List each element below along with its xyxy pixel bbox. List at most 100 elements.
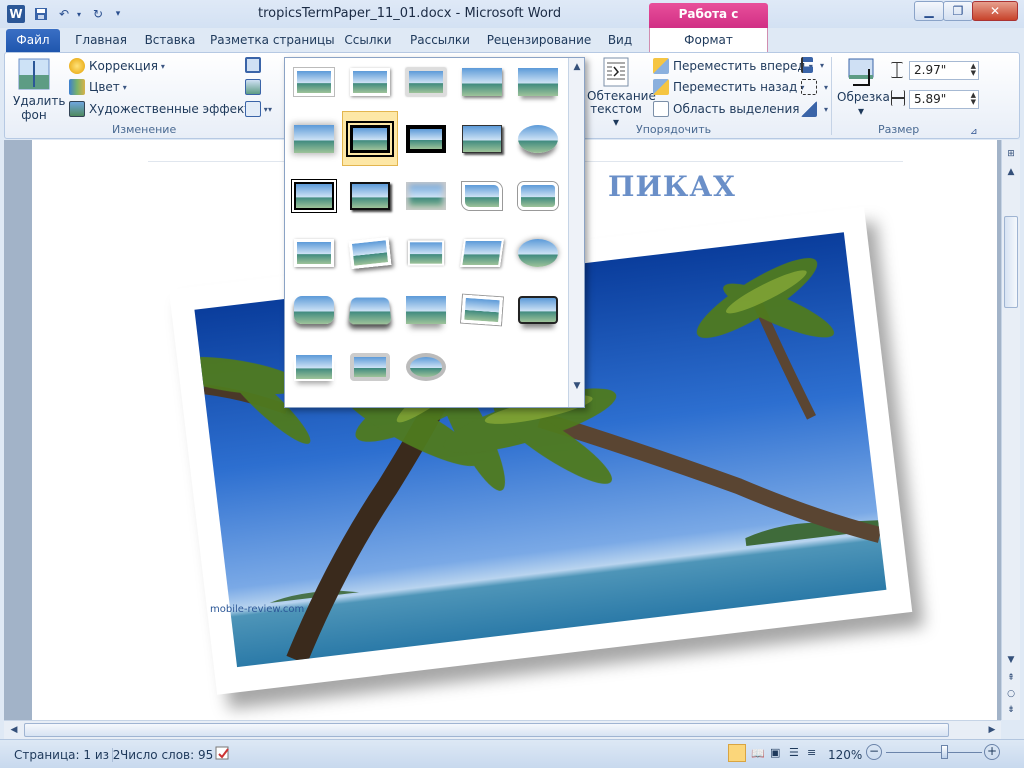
picture-style-option[interactable]: [518, 182, 558, 210]
page-count-status[interactable]: Страница: 1 из 2: [14, 748, 120, 762]
selection-pane-button[interactable]: Область выделения: [653, 101, 800, 117]
picture-style-option[interactable]: [518, 296, 558, 324]
tab-format[interactable]: Формат: [649, 28, 768, 52]
full-screen-reading-icon[interactable]: 📖: [751, 747, 765, 760]
tab-references[interactable]: Ссылки: [340, 28, 396, 52]
tab-file[interactable]: Файл: [6, 29, 60, 52]
picture-style-option[interactable]: [294, 353, 334, 381]
proofing-icon[interactable]: [214, 744, 232, 765]
size-dialog-launcher-icon[interactable]: ⊿: [970, 123, 978, 141]
word-count-status[interactable]: Число слов: 95: [120, 748, 213, 762]
picture-style-option[interactable]: [518, 68, 558, 96]
picture-style-option[interactable]: [408, 240, 444, 266]
customize-quick-access-icon[interactable]: ▾: [112, 5, 124, 23]
window-title: tropicsTermPaper_11_01.docx - Microsoft …: [258, 6, 562, 21]
vertical-scroll-thumb[interactable]: [1004, 216, 1018, 308]
picture-style-option[interactable]: [350, 182, 390, 210]
crop-icon: [848, 58, 874, 86]
picture-style-option[interactable]: [461, 294, 503, 326]
gallery-scroll-down-icon[interactable]: ▼: [569, 378, 584, 394]
remove-background-icon: [18, 58, 50, 90]
reset-picture-icon[interactable]: ▾: [245, 101, 272, 117]
artistic-effects-button[interactable]: Художественные эффекты ▾: [69, 101, 268, 117]
picture-style-option[interactable]: [462, 125, 502, 153]
picture-style-option[interactable]: [406, 68, 446, 96]
close-button[interactable]: ✕: [972, 1, 1018, 21]
bring-forward-button[interactable]: Переместить вперед▾: [653, 58, 813, 74]
web-layout-icon[interactable]: ▣: [770, 746, 780, 759]
send-backward-button[interactable]: Переместить назад ▾: [653, 79, 804, 95]
picture-style-option[interactable]: [406, 182, 446, 210]
horizontal-scroll-thumb[interactable]: [24, 723, 949, 737]
restore-button[interactable]: ❐: [943, 1, 973, 21]
next-page-icon[interactable]: ⇟: [1003, 702, 1019, 718]
picture-styles-gallery[interactable]: ▲ ▼: [284, 57, 585, 408]
picture-style-option[interactable]: [406, 125, 446, 153]
tab-page-layout[interactable]: Разметка страницы: [210, 28, 335, 52]
minimize-button[interactable]: ▁: [914, 1, 944, 21]
zoom-slider-track[interactable]: [886, 752, 982, 753]
word-logo-icon[interactable]: W: [7, 5, 25, 23]
picture-style-option[interactable]: [294, 68, 334, 96]
zoom-out-icon[interactable]: −: [866, 744, 882, 760]
scroll-right-icon[interactable]: ▶: [984, 722, 1000, 738]
picture-style-option[interactable]: [294, 239, 334, 267]
picture-style-option[interactable]: [291, 179, 337, 213]
group-objects-icon[interactable]: ▾: [801, 79, 828, 95]
gallery-scrollbar[interactable]: ▲ ▼: [568, 58, 584, 407]
gallery-scroll-up-icon[interactable]: ▲: [569, 59, 584, 75]
document-heading[interactable]: ПИКАХ: [608, 170, 736, 203]
redo-icon[interactable]: ↻: [88, 5, 108, 23]
scroll-up-icon[interactable]: ▲: [1003, 164, 1019, 180]
zoom-in-icon[interactable]: +: [984, 744, 1000, 760]
compress-pictures-icon[interactable]: [245, 57, 265, 73]
wrap-text-icon: [603, 57, 629, 87]
draft-view-icon[interactable]: ≡: [807, 746, 816, 759]
color-palette-icon: [69, 79, 85, 95]
correction-button[interactable]: Коррекция ▾: [69, 58, 165, 74]
tab-home[interactable]: Главная: [68, 28, 134, 52]
print-layout-view-icon[interactable]: [728, 744, 746, 762]
wrap-text-button[interactable]: Обтекание текстом ▾: [587, 57, 656, 129]
picture-style-option[interactable]: [518, 239, 558, 267]
change-picture-icon[interactable]: [245, 79, 265, 95]
outline-view-icon[interactable]: ☰: [789, 746, 799, 759]
crop-button[interactable]: Обрезка ▾: [837, 57, 890, 118]
picture-style-option[interactable]: [346, 121, 394, 157]
scroll-left-icon[interactable]: ◀: [6, 722, 22, 738]
browse-object-icon[interactable]: ○: [1003, 686, 1019, 702]
picture-style-option[interactable]: [406, 353, 446, 381]
rotate-icon[interactable]: ▾: [801, 101, 828, 117]
tab-mailings[interactable]: Рассылки: [407, 28, 473, 52]
tab-insert[interactable]: Вставка: [140, 28, 200, 52]
color-button[interactable]: Цвет ▾: [69, 79, 127, 95]
picture-style-option[interactable]: [406, 296, 446, 324]
horizontal-scrollbar[interactable]: ◀ ▶: [4, 720, 1001, 739]
zoom-level[interactable]: 120%: [828, 748, 862, 762]
picture-style-option[interactable]: [350, 68, 390, 96]
align-icon[interactable]: ▾: [801, 57, 824, 73]
picture-style-option[interactable]: [350, 353, 390, 381]
picture-style-option[interactable]: [294, 125, 334, 153]
remove-background-button[interactable]: Удалить фон: [13, 57, 66, 122]
shape-width-input[interactable]: 5.89" ▲ ▼: [909, 90, 979, 109]
vertical-scrollbar[interactable]: ⊞ ▲ ▼ ⇞ ○ ⇟: [1001, 140, 1020, 720]
undo-dropdown-icon[interactable]: ▾: [74, 5, 84, 23]
picture-style-option[interactable]: [348, 297, 392, 325]
save-icon[interactable]: [31, 5, 51, 23]
shape-height-input[interactable]: 2.97" ▲ ▼: [909, 61, 979, 80]
scroll-down-icon[interactable]: ▼: [1003, 652, 1019, 668]
ruler-toggle-icon[interactable]: ⊞: [1003, 146, 1019, 162]
tab-review[interactable]: Рецензирование: [484, 28, 594, 52]
picture-style-option[interactable]: [462, 68, 502, 96]
tab-view[interactable]: Вид: [600, 28, 640, 52]
picture-style-option[interactable]: [518, 125, 558, 153]
previous-page-icon[interactable]: ⇞: [1003, 670, 1019, 686]
shape-width-icon: [891, 90, 909, 106]
undo-icon[interactable]: ↶: [54, 5, 74, 23]
zoom-slider-thumb[interactable]: [941, 745, 948, 759]
picture-style-option[interactable]: [462, 182, 502, 210]
picture-style-option[interactable]: [294, 296, 334, 324]
picture-style-option[interactable]: [460, 239, 504, 267]
picture-style-option[interactable]: [348, 236, 392, 270]
